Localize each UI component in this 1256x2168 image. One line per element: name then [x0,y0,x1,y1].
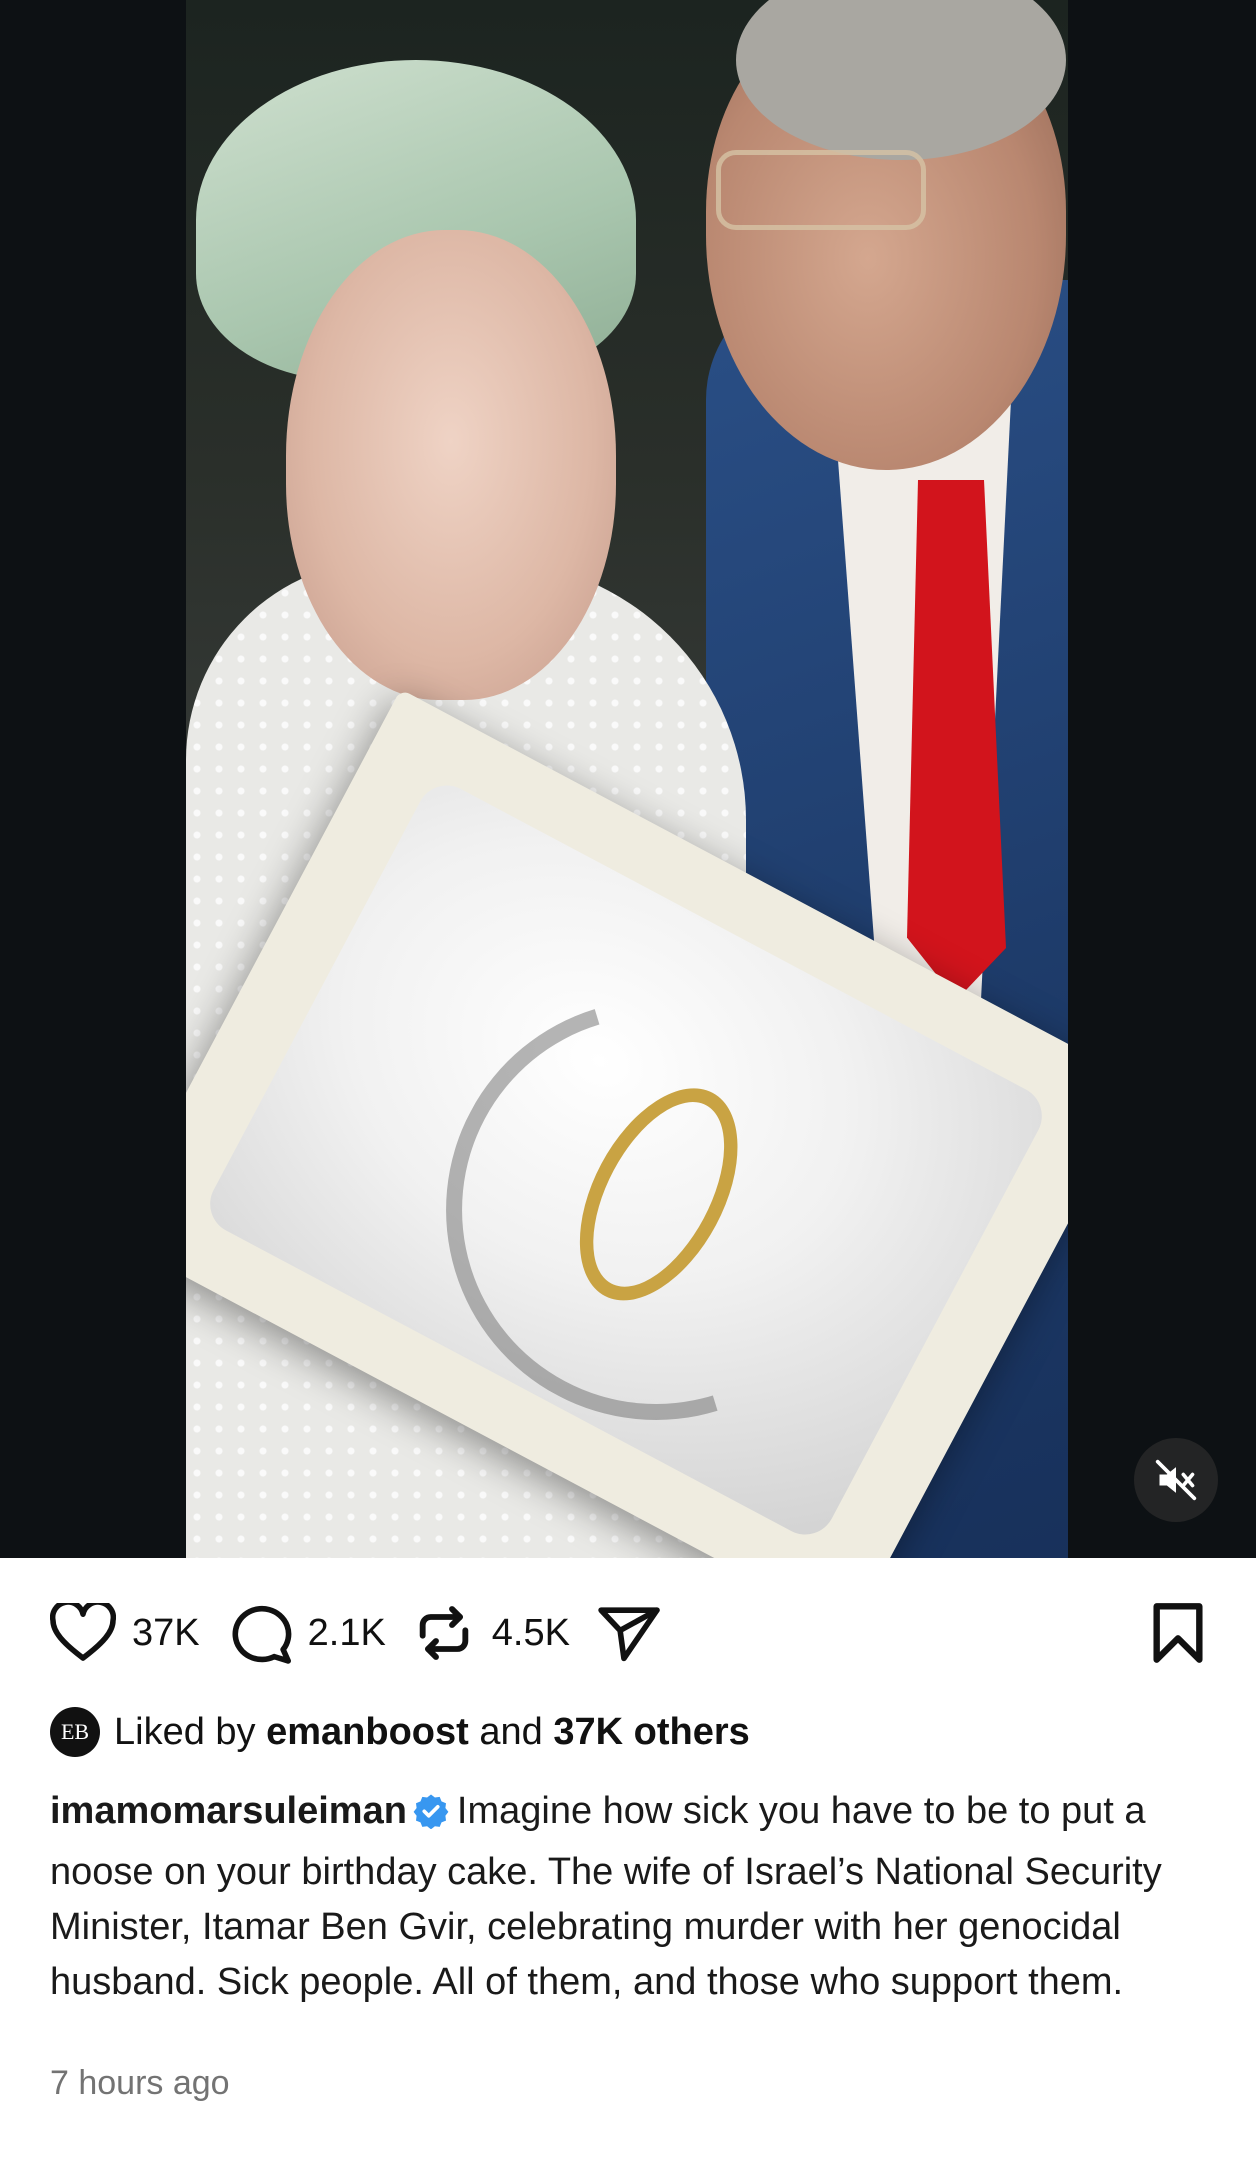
mute-toggle-button[interactable] [1134,1438,1218,1522]
likes-others-link[interactable]: 37K others [553,1711,749,1754]
save-button[interactable] [1150,1601,1206,1665]
video-scene-glasses [716,150,926,230]
post-video[interactable] [0,0,1256,1558]
video-frame [186,0,1068,1558]
verified-badge-icon [413,1790,449,1845]
author-username[interactable]: imamomarsuleiman [50,1790,407,1832]
comment-button[interactable]: 2.1K [226,1602,386,1664]
liked-by-and: and [479,1710,543,1753]
post-timestamp: 7 hours ago [50,2064,230,2102]
liked-by-prefix: Liked by [114,1710,256,1753]
like-count: 37K [132,1611,200,1654]
post-actions-bar: 37K 2.1K 4.5K [50,1598,1206,1668]
repost-count: 4.5K [491,1611,570,1654]
heart-icon [50,1603,116,1661]
comment-count: 2.1K [307,1611,386,1654]
post-caption: imamomarsuleiman Imagine how sick you ha… [50,1784,1210,2010]
like-button[interactable]: 37K [50,1603,200,1663]
send-icon [598,1607,660,1662]
share-button[interactable] [596,1602,662,1664]
liked-by-line: EB Liked by emanboost and 37K others [50,1704,1206,1760]
bookmark-icon [1153,1603,1203,1663]
avatar[interactable]: EB [50,1707,100,1757]
speaker-muted-icon [1155,1459,1197,1501]
repost-button[interactable]: 4.5K [412,1601,570,1665]
repost-icon [419,1606,469,1660]
comment-bubble-icon [232,1605,292,1664]
video-scene-woman-face [286,230,616,700]
liker-username[interactable]: emanboost [266,1711,469,1754]
